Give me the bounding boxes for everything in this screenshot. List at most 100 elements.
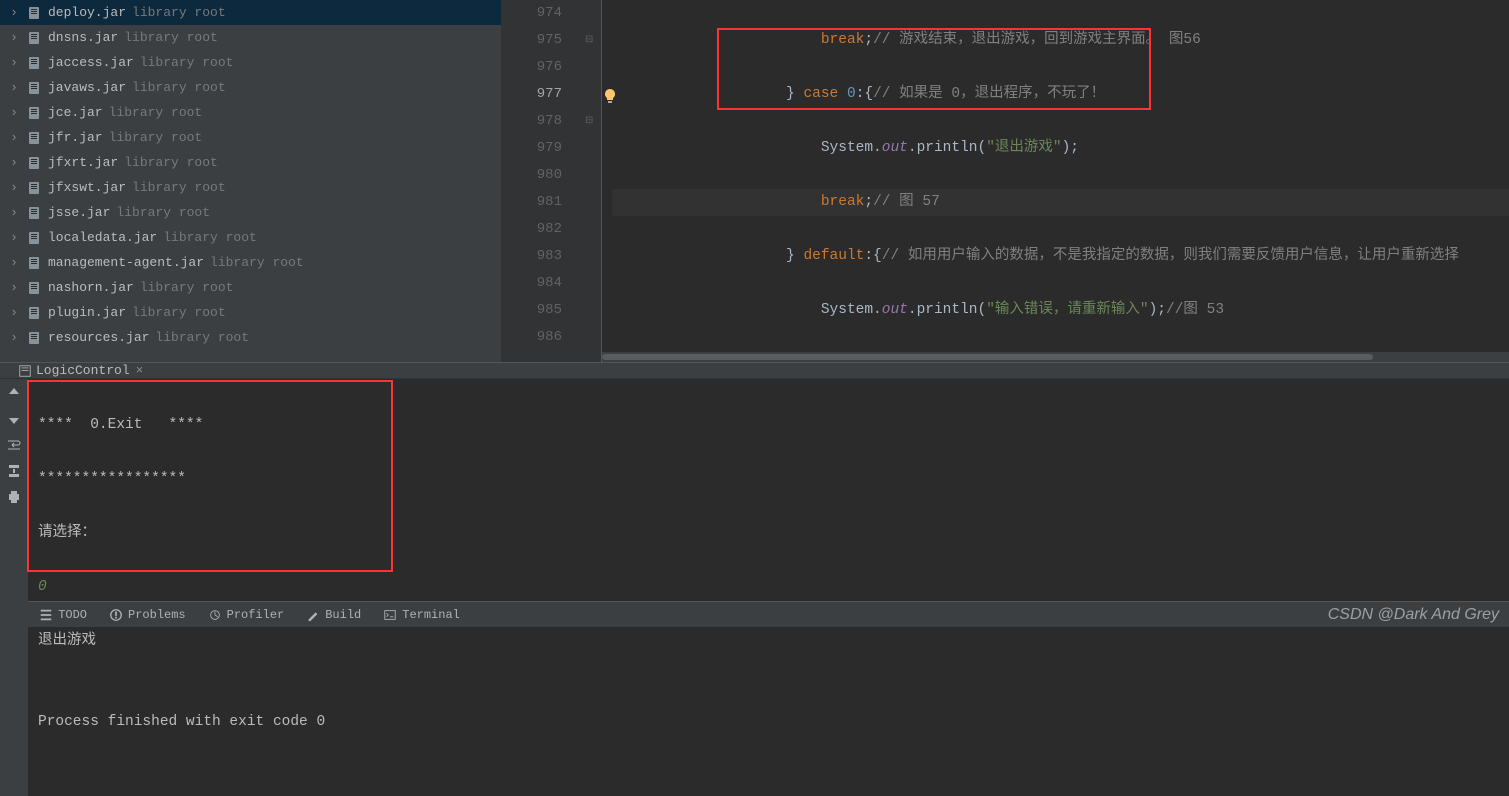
- jar-icon: [26, 305, 42, 321]
- tree-item[interactable]: ›jce.jarlibrary root: [0, 100, 501, 125]
- chevron-right-icon: ›: [8, 7, 20, 19]
- jar-icon: [26, 180, 42, 196]
- chevron-right-icon: ›: [8, 57, 20, 69]
- tree-item[interactable]: › javaws.jar library root: [0, 75, 501, 100]
- run-tool-window: LogicControl × **** 0.Exit **** ********…: [0, 362, 1509, 601]
- chevron-right-icon: ›: [8, 332, 20, 344]
- tree-item-label: management-agent.jar: [48, 255, 204, 270]
- tree-item[interactable]: › localedata.jar library root: [0, 225, 501, 250]
- line-number: 975: [502, 27, 562, 54]
- line-number: 982: [502, 216, 562, 243]
- run-tab[interactable]: LogicControl ×: [18, 363, 143, 378]
- line-number: 980: [502, 162, 562, 189]
- line-number: 986: [502, 324, 562, 351]
- tree-item[interactable]: › jsse.jar library root: [0, 200, 501, 225]
- tree-item-label: jfxrt.jar: [48, 155, 118, 170]
- tree-item-suffix: library root: [163, 230, 257, 245]
- jar-icon: [26, 205, 42, 221]
- chevron-right-icon: ›: [8, 32, 20, 44]
- jar-icon: [26, 105, 42, 121]
- jar-icon: [26, 330, 42, 346]
- tree-item[interactable]: › jfr.jar library root: [0, 125, 501, 150]
- jar-icon: [26, 5, 42, 21]
- jar-icon: [26, 230, 42, 246]
- tree-item[interactable]: › management-agent.jar library root: [0, 250, 501, 275]
- horizontal-scrollbar[interactable]: [602, 352, 1509, 362]
- tree-item[interactable]: ›jfxswt.jarlibrary root: [0, 175, 501, 200]
- print-icon[interactable]: [6, 489, 22, 505]
- chevron-right-icon: ›: [8, 257, 20, 269]
- watermark: CSDN @Dark And Grey: [1328, 606, 1499, 624]
- tree-item-label: nashorn.jar: [48, 280, 134, 295]
- tree-item-suffix: library root: [140, 280, 234, 295]
- chevron-right-icon: ›: [8, 157, 20, 169]
- line-number: 974: [502, 0, 562, 27]
- tree-item-label: jsse.jar: [48, 205, 110, 220]
- fold-column: ⊟ ⊟: [582, 0, 602, 362]
- tree-item-label: deploy.jar: [48, 5, 126, 20]
- tree-item-label: resources.jar: [48, 330, 149, 345]
- tree-item-suffix: library root: [132, 305, 226, 320]
- run-toolbar: [0, 379, 28, 796]
- down-icon[interactable]: [6, 411, 22, 427]
- jar-icon: [26, 280, 42, 296]
- tree-item-label: jce.jar: [48, 105, 103, 120]
- tree-item-suffix: library root: [116, 205, 210, 220]
- code-editor[interactable]: 974 975 976 977 978 979 980 981 982 983 …: [502, 0, 1509, 362]
- tree-item-suffix: library root: [210, 255, 304, 270]
- run-tab-label: LogicControl: [36, 363, 130, 378]
- tree-item-label: dnsns.jar: [48, 30, 118, 45]
- tree-item-label: javaws.jar: [48, 80, 126, 95]
- chevron-right-icon: ›: [8, 82, 20, 94]
- code-area[interactable]: break;// 游戏结束，退出游戏，回到游戏主界面。 图56 } case 0…: [602, 0, 1509, 362]
- tree-item-suffix: library root: [132, 80, 226, 95]
- jar-icon: [26, 55, 42, 71]
- tree-item-suffix: library root: [155, 330, 249, 345]
- tree-item-label: localedata.jar: [48, 230, 157, 245]
- fold-icon[interactable]: ⊟: [585, 34, 597, 46]
- close-icon[interactable]: ×: [136, 363, 144, 378]
- tree-item-suffix: library root: [132, 5, 226, 20]
- chevron-right-icon: ›: [8, 207, 20, 219]
- line-number: 984: [502, 270, 562, 297]
- tree-item-label: jfr.jar: [48, 130, 103, 145]
- tree-item-label: jaccess.jar: [48, 55, 134, 70]
- tree-item[interactable]: ›dnsns.jarlibrary root: [0, 25, 501, 50]
- console-output[interactable]: **** 0.Exit **** ***************** 请选择： …: [28, 379, 1509, 796]
- line-number: 976: [502, 54, 562, 81]
- tree-item[interactable]: › resources.jar library root: [0, 325, 501, 350]
- console-line: 请选择：: [38, 520, 1499, 547]
- tree-item-suffix: library root: [109, 130, 203, 145]
- run-config-icon: [18, 364, 32, 378]
- tree-item[interactable]: ›jfxrt.jarlibrary root: [0, 150, 501, 175]
- line-gutter: 974 975 976 977 978 979 980 981 982 983 …: [502, 0, 582, 362]
- chevron-right-icon: ›: [8, 107, 20, 119]
- console-line: **** 0.Exit ****: [38, 412, 1499, 439]
- chevron-right-icon: ›: [8, 132, 20, 144]
- project-tree[interactable]: › deploy.jar library root › dnsns.jar librar…: [0, 0, 502, 362]
- chevron-right-icon: ›: [8, 282, 20, 294]
- scroll-icon[interactable]: [6, 463, 22, 479]
- fold-icon[interactable]: ⊟: [585, 115, 597, 127]
- up-icon[interactable]: [6, 385, 22, 401]
- chevron-right-icon: ›: [8, 232, 20, 244]
- line-number: 979: [502, 135, 562, 162]
- line-number: 977: [502, 81, 562, 108]
- console-line: Process finished with exit code 0: [38, 709, 1499, 736]
- line-number: 981: [502, 189, 562, 216]
- console-line: 0: [38, 574, 1499, 601]
- tree-item[interactable]: › jaccess.jar library root: [0, 50, 501, 75]
- jar-icon: [26, 80, 42, 96]
- tree-item[interactable]: › nashorn.jar library root: [0, 275, 501, 300]
- tree-item[interactable]: › plugin.jar library root: [0, 300, 501, 325]
- chevron-right-icon: ›: [8, 307, 20, 319]
- tree-item[interactable]: › deploy.jar library root: [0, 0, 501, 25]
- line-number: 978: [502, 108, 562, 135]
- run-tab-bar: LogicControl ×: [0, 363, 1509, 379]
- line-number: 985: [502, 297, 562, 324]
- jar-icon: [26, 255, 42, 271]
- tree-item-label: plugin.jar: [48, 305, 126, 320]
- soft-wrap-icon[interactable]: [6, 437, 22, 453]
- tree-item-suffix: library root: [140, 55, 234, 70]
- jar-icon: [26, 130, 42, 146]
